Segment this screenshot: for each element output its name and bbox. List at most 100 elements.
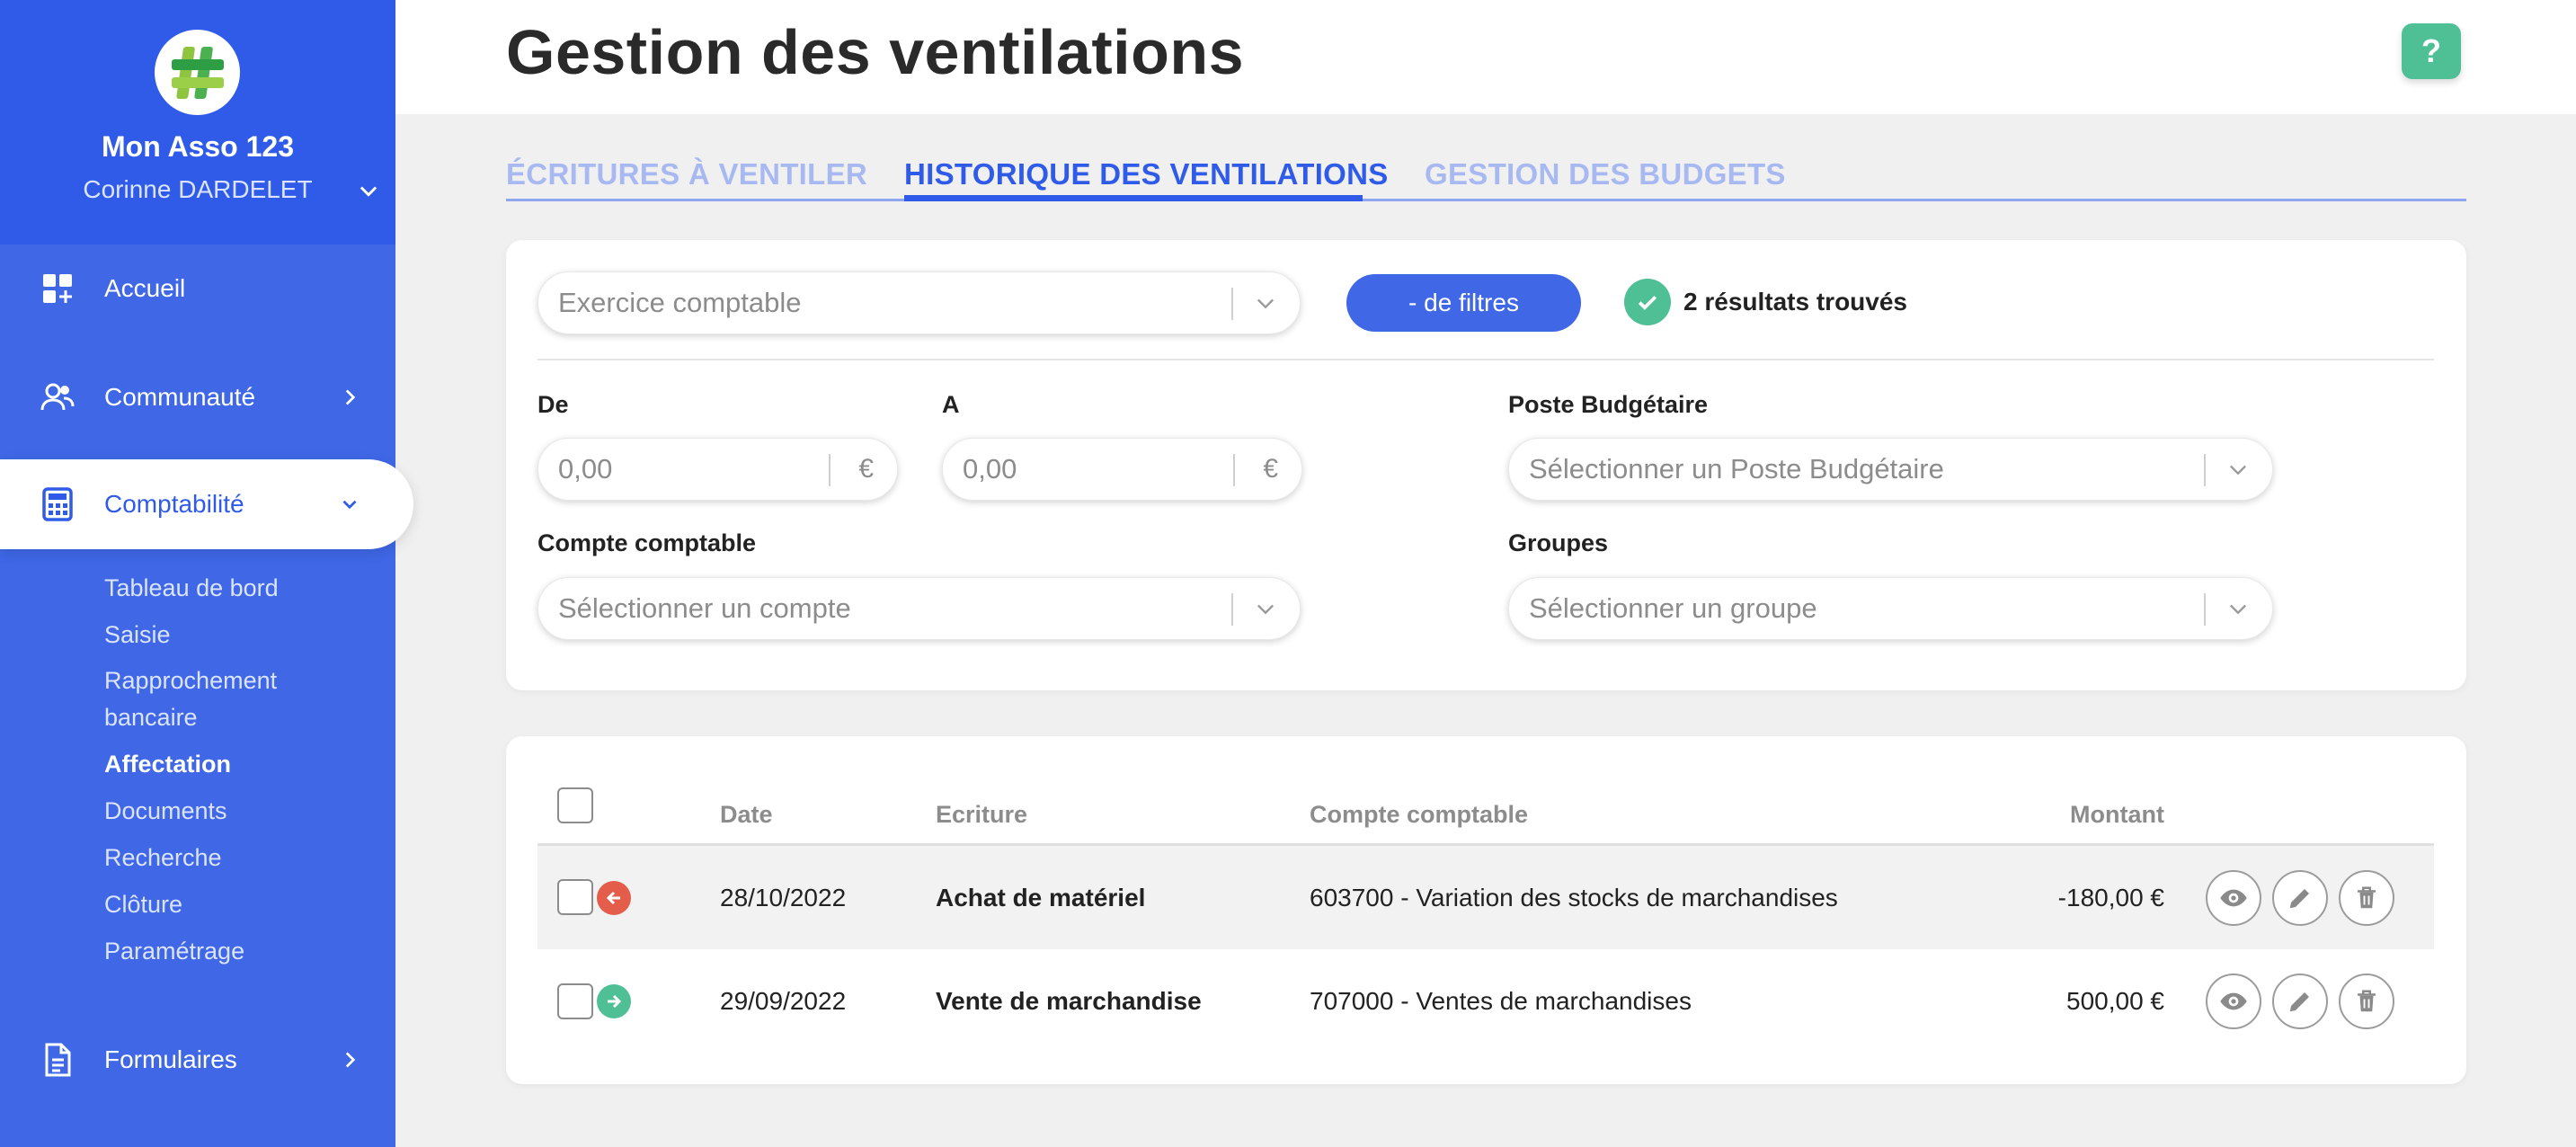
trash-icon bbox=[2358, 990, 2376, 1011]
chevron-down-icon[interactable] bbox=[356, 178, 381, 203]
nav-item-accueil[interactable]: Accueil bbox=[0, 244, 395, 333]
arrow-left-circle-icon bbox=[597, 880, 631, 915]
user-name[interactable]: Corinne DARDELET bbox=[0, 175, 395, 204]
input-placeholder: 0,00 bbox=[963, 453, 1017, 485]
column-header-entry[interactable]: Ecriture bbox=[936, 801, 1027, 829]
nav-label: Accueil bbox=[104, 274, 186, 302]
exercise-select[interactable]: Exercice comptable bbox=[537, 271, 1301, 334]
hashtag-logo-icon bbox=[171, 46, 224, 99]
tab-historique-des-ventilations[interactable]: HISTORIQUE DES VENTILATIONS bbox=[904, 157, 1389, 191]
subnav: Tableau de bord Saisie Rapprochement ban… bbox=[104, 565, 374, 974]
table-row[interactable]: 28/10/2022 Achat de matériel 603700 - Va… bbox=[537, 846, 2434, 949]
select-placeholder: Sélectionner un compte bbox=[558, 592, 851, 624]
row-date: 28/10/2022 bbox=[720, 883, 847, 911]
subnav-item-parametrage[interactable]: Paramétrage bbox=[104, 928, 374, 974]
select-separator bbox=[2204, 454, 2206, 486]
account-select[interactable]: Sélectionner un compte bbox=[537, 577, 1301, 640]
from-label: De bbox=[537, 391, 569, 418]
subnav-item-documents[interactable]: Documents bbox=[104, 787, 374, 834]
input-separator bbox=[1233, 454, 1235, 486]
delete-button[interactable] bbox=[2339, 973, 2394, 1029]
pencil-icon bbox=[2289, 991, 2309, 1011]
account-label: Compte comptable bbox=[537, 529, 757, 556]
row-entry: Achat de matériel bbox=[936, 883, 1146, 911]
subnav-item-recherche[interactable]: Recherche bbox=[104, 834, 374, 881]
sidebar-header: Mon Asso 123 Corinne DARDELET bbox=[0, 0, 395, 245]
nav-label: Formulaires bbox=[104, 1045, 237, 1073]
tabs-baseline bbox=[506, 199, 2466, 201]
help-button[interactable]: ? bbox=[2402, 23, 2461, 79]
eye-icon bbox=[2220, 992, 2247, 1009]
table-row[interactable]: 29/09/2022 Vente de marchandise 707000 -… bbox=[537, 949, 2434, 1053]
row-date: 29/09/2022 bbox=[720, 986, 847, 1015]
active-tab-indicator bbox=[904, 195, 1363, 201]
groups-label: Groupes bbox=[1508, 529, 1609, 556]
filters-divider bbox=[537, 359, 2434, 360]
input-separator bbox=[829, 454, 831, 486]
toggle-filters-button[interactable]: - de filtres bbox=[1346, 274, 1581, 332]
subnav-item-rapprochement[interactable]: Rapprochement bancaire bbox=[104, 658, 320, 741]
filters-card: Exercice comptable - de filtres 2 résult… bbox=[506, 240, 2466, 690]
check-circle-icon bbox=[1624, 279, 1671, 325]
column-header-account[interactable]: Compte comptable bbox=[1310, 801, 1528, 829]
select-placeholder: Sélectionner un groupe bbox=[1529, 592, 1817, 624]
select-placeholder: Exercice comptable bbox=[558, 287, 802, 318]
chevron-right-icon bbox=[345, 1052, 356, 1068]
nav-item-comptabilite[interactable]: Comptabilité bbox=[0, 459, 413, 549]
delete-button[interactable] bbox=[2339, 869, 2394, 926]
nav-label: Communauté bbox=[104, 383, 256, 411]
chevron-down-icon bbox=[1257, 604, 1274, 615]
row-entry: Vente de marchandise bbox=[936, 986, 1202, 1015]
row-amount: -180,00 € bbox=[2057, 883, 2164, 911]
from-amount-input[interactable]: 0,00 € bbox=[537, 438, 898, 501]
results-text: 2 résultats trouvés bbox=[1683, 288, 1907, 316]
budget-label: Poste Budgétaire bbox=[1508, 391, 1709, 418]
select-separator bbox=[1231, 288, 1233, 320]
row-account: 707000 - Ventes de marchandises bbox=[1310, 986, 1692, 1015]
currency-unit: € bbox=[858, 454, 874, 484]
chevron-down-icon bbox=[342, 500, 357, 510]
currency-unit: € bbox=[1263, 454, 1278, 484]
tab-ecritures-a-ventiler[interactable]: ÉCRITURES À VENTILER bbox=[506, 157, 867, 191]
row-checkbox[interactable] bbox=[557, 879, 593, 915]
groups-select[interactable]: Sélectionner un groupe bbox=[1508, 577, 2273, 640]
tab-gestion-des-budgets[interactable]: GESTION DES BUDGETS bbox=[1425, 157, 1786, 191]
users-icon bbox=[40, 383, 75, 411]
view-button[interactable] bbox=[2206, 973, 2261, 1029]
ventilations-table-card: Date Ecriture Compte comptable Montant 2… bbox=[506, 736, 2466, 1084]
arrow-right-circle-icon bbox=[597, 983, 631, 1018]
select-separator bbox=[1231, 593, 1233, 626]
subnav-item-affectation[interactable]: Affectation bbox=[104, 741, 374, 787]
budget-select[interactable]: Sélectionner un Poste Budgétaire bbox=[1508, 438, 2273, 501]
results-count: 2 résultats trouvés bbox=[1624, 279, 1907, 325]
sidebar: Mon Asso 123 Corinne DARDELET Accueil Co… bbox=[0, 0, 413, 1147]
row-amount: 500,00 € bbox=[2066, 986, 2164, 1015]
chevron-down-icon bbox=[1257, 298, 1274, 309]
column-header-date[interactable]: Date bbox=[720, 801, 773, 829]
to-amount-input[interactable]: 0,00 € bbox=[942, 438, 1302, 501]
view-button[interactable] bbox=[2206, 869, 2261, 926]
document-icon bbox=[45, 1043, 71, 1077]
chevron-down-icon bbox=[2230, 604, 2246, 615]
subnav-item-saisie[interactable]: Saisie bbox=[104, 611, 374, 658]
edit-button[interactable] bbox=[2272, 973, 2328, 1029]
calculator-icon bbox=[42, 487, 73, 521]
organization-name: Mon Asso 123 bbox=[102, 130, 294, 163]
column-header-amount[interactable]: Montant bbox=[2070, 801, 2164, 829]
select-placeholder: Sélectionner un Poste Budgétaire bbox=[1529, 453, 1944, 485]
input-placeholder: 0,00 bbox=[558, 453, 613, 485]
chevron-down-icon bbox=[2230, 465, 2246, 476]
select-separator bbox=[2204, 593, 2206, 626]
nav-item-formulaires[interactable]: Formulaires bbox=[0, 1015, 395, 1105]
select-all-checkbox[interactable] bbox=[557, 787, 593, 823]
row-checkbox[interactable] bbox=[557, 983, 593, 1019]
pencil-icon bbox=[2289, 888, 2309, 908]
page-title: Gestion des ventilations bbox=[506, 17, 1245, 87]
to-label: A bbox=[942, 391, 960, 418]
edit-button[interactable] bbox=[2272, 869, 2328, 926]
row-account: 603700 - Variation des stocks de marchan… bbox=[1310, 883, 1838, 911]
nav-item-communaute[interactable]: Communauté bbox=[0, 352, 395, 442]
subnav-item-cloture[interactable]: Clôture bbox=[104, 881, 374, 928]
subnav-item-tableau-de-bord[interactable]: Tableau de bord bbox=[104, 565, 374, 611]
trash-icon bbox=[2358, 886, 2376, 908]
